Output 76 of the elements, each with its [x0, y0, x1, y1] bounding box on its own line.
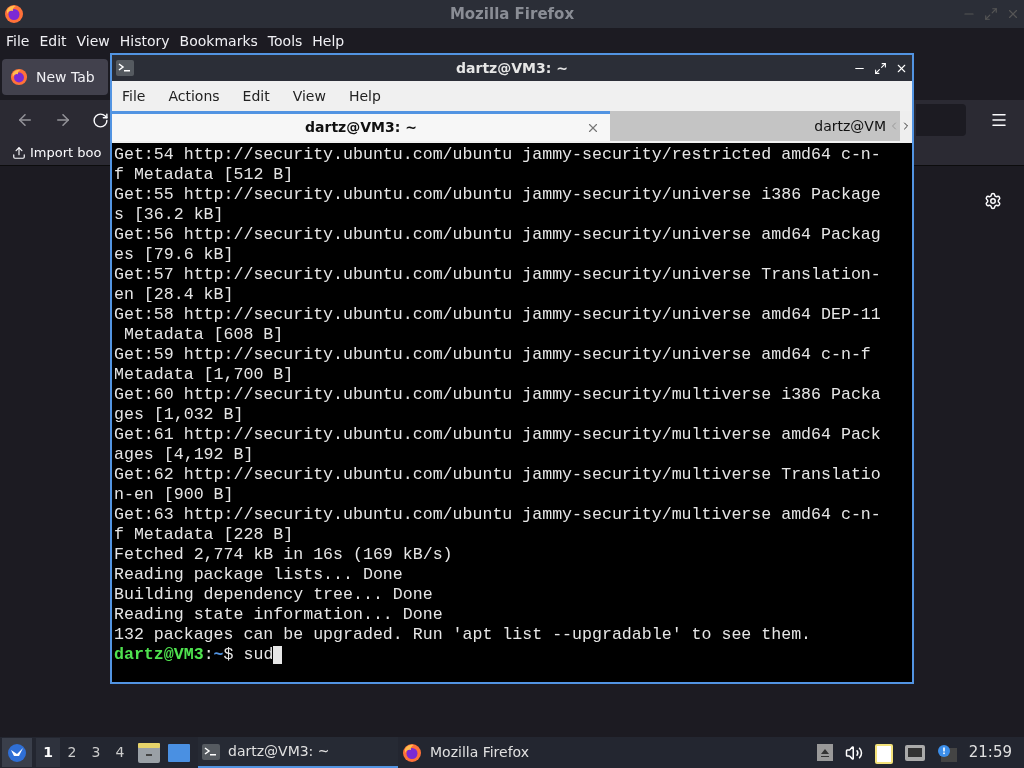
terminal-line: f Metadata [228 B] [114, 525, 295, 545]
terminal-line: f Metadata [512 B] [114, 165, 295, 185]
terminal-line: n-en [900 B] [114, 485, 235, 505]
reload-icon[interactable] [92, 111, 109, 129]
browser-tab[interactable]: New Tab [2, 59, 108, 95]
terminal-line: Get:60 http://security.ubuntu.com/ubuntu jammy-security/multiverse i386 Packa [114, 385, 882, 405]
terminal-line: Get:55 http://security.ubuntu.com/ubuntu jammy-security/universe i386 Package [114, 185, 882, 205]
workspace-button[interactable]: 1 [36, 738, 60, 767]
menu-item[interactable]: Actions [168, 85, 220, 107]
terminal-icon [116, 60, 134, 76]
command-text: sud [243, 645, 274, 665]
terminal-line: Get:61 http://security.ubuntu.com/ubuntu jammy-security/multiverse amd64 Pack [114, 425, 882, 445]
text-cursor [273, 646, 283, 664]
menu-item[interactable]: View [292, 85, 326, 107]
terminal-line: Get:59 http://security.ubuntu.com/ubuntu jammy-security/universe amd64 c-n-f [114, 345, 872, 365]
menu-item[interactable]: Edit [242, 85, 270, 107]
terminal-line: 132 packages can be upgraded. Run 'apt list --upgradable' to see them. [114, 625, 813, 645]
terminal-line: es [79.6 kB] [114, 245, 235, 265]
clipboard-icon[interactable] [874, 741, 893, 764]
prompt-user-host: dartz@VM3 [114, 645, 204, 665]
scroll-right-icon[interactable] [900, 111, 912, 141]
window-title: Mozilla Firefox [448, 3, 576, 25]
menu-item[interactable]: Help [348, 85, 381, 107]
terminal-line: Fetched 2,774 kB in 16s (169 kB/s) [114, 545, 454, 565]
terminal-line: Get:54 http://security.ubuntu.com/ubuntu jammy-security/restricted amd64 c-n- [114, 145, 882, 165]
clock: 21:59 [968, 742, 1012, 764]
prompt-path: ~ [213, 645, 224, 665]
window-title: dartz@VM3: ~ [455, 58, 569, 78]
terminal-line: Get:63 http://security.ubuntu.com/ubuntu jammy-security/multiverse amd64 c-n- [114, 505, 882, 525]
terminal-line: ages [4,192 B] [114, 445, 255, 465]
workspace-button[interactable]: 4 [108, 738, 132, 767]
terminal-icon [202, 743, 220, 760]
settings-icon[interactable] [984, 192, 1002, 210]
file-cabinet-icon[interactable] [138, 742, 160, 763]
bookmark-item[interactable]: Import boo [12, 142, 102, 163]
terminal-line: Reading package lists... Done [114, 565, 404, 585]
maximize-icon[interactable] [874, 61, 887, 75]
terminal-line: Get:62 http://security.ubuntu.com/ubuntu jammy-security/multiverse Translatio [114, 465, 882, 485]
taskbar-task[interactable]: Mozilla Firefox [398, 737, 598, 768]
network-icon[interactable] [904, 744, 925, 761]
menu-item[interactable]: View [76, 30, 110, 52]
window-icon[interactable] [168, 743, 190, 762]
firefox-icon [10, 68, 28, 86]
menu-item[interactable]: File [122, 85, 146, 107]
terminal-line: Get:56 http://security.ubuntu.com/ubuntu jammy-security/universe amd64 Packag [114, 225, 882, 245]
menu-item[interactable]: Bookmarks [179, 30, 258, 52]
terminal-tab[interactable]: dartz@VM [610, 111, 888, 141]
terminal-line: Reading state information... Done [114, 605, 444, 625]
firefox-icon [4, 4, 24, 24]
terminal-line: Get:58 http://security.ubuntu.com/ubuntu jammy-security/universe amd64 DEP-11 [114, 305, 882, 325]
menu-item[interactable]: Tools [267, 30, 303, 52]
import-icon [12, 145, 26, 160]
eject-icon[interactable] [816, 744, 833, 761]
prompt-symbol: $ [223, 645, 234, 665]
terminal-line: Building dependency tree... Done [114, 585, 434, 605]
menu-icon[interactable] [990, 111, 1008, 129]
menu-item[interactable]: Help [312, 30, 345, 52]
workspace-button[interactable]: 3 [84, 738, 108, 767]
terminal-line: s [36.2 kB] [114, 205, 225, 225]
start-button[interactable] [2, 738, 32, 767]
menu-item[interactable]: File [6, 30, 30, 52]
terminal-line: Metadata [608 B] [122, 325, 285, 345]
taskbar-task[interactable]: dartz@VM3: ~ [198, 737, 398, 768]
volume-icon[interactable] [844, 743, 863, 762]
terminal-line: Metadata [1,700 B] [114, 365, 295, 385]
bird-icon [7, 742, 27, 763]
firefox-icon [402, 742, 422, 763]
notification-icon[interactable] [936, 743, 957, 762]
terminal-line: ges [1,032 B] [114, 405, 245, 425]
terminal-tab[interactable]: dartz@VM3: ~ [112, 111, 610, 141]
terminal-line: Get:57 http://security.ubuntu.com/ubuntu jammy-security/universe Translation- [114, 265, 882, 285]
prompt-separator: : [203, 645, 214, 665]
workspace-button[interactable]: 2 [60, 738, 84, 767]
terminal-line: en [28.4 kB] [114, 285, 235, 305]
menu-item[interactable]: History [119, 30, 170, 52]
menu-item[interactable]: Edit [39, 30, 67, 52]
